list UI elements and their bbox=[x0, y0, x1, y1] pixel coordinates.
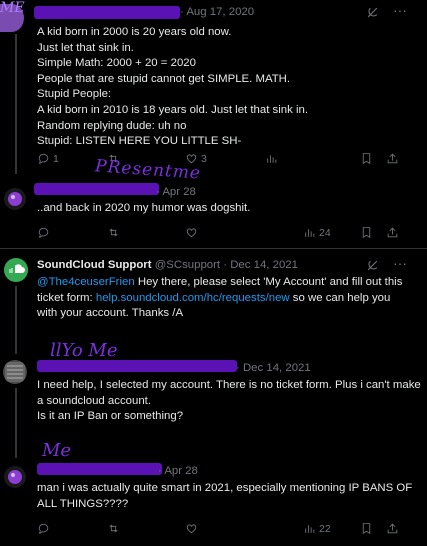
views-button[interactable]: 24 bbox=[303, 226, 331, 239]
bookmark-button[interactable] bbox=[360, 522, 373, 535]
reply-button[interactable] bbox=[37, 226, 50, 239]
views-button[interactable]: 22 bbox=[303, 522, 331, 535]
handle[interactable]: @SCsupport bbox=[155, 259, 220, 271]
share-button[interactable] bbox=[386, 226, 399, 239]
reply-icon bbox=[38, 227, 49, 239]
reply-count: 1 bbox=[53, 152, 59, 165]
bookmark-button[interactable] bbox=[360, 226, 373, 239]
post-text: A kid born in 2000 is 20 years old now. … bbox=[37, 26, 308, 148]
bookmark-icon bbox=[362, 523, 371, 535]
post-date[interactable]: · Apr 28 bbox=[158, 465, 198, 477]
post-text: @The4ceuserFrien Hey there, please selec… bbox=[37, 276, 403, 320]
post-date[interactable]: · Aug 17, 2020 bbox=[180, 6, 254, 18]
reply-button[interactable]: 1 bbox=[37, 152, 59, 165]
handwritten-scribble: ME bbox=[0, 0, 25, 16]
soundcloud-avatar[interactable] bbox=[4, 258, 28, 282]
views-icon bbox=[267, 155, 277, 163]
redacted-name bbox=[34, 183, 159, 195]
redacted-name bbox=[34, 6, 180, 19]
like-icon bbox=[186, 524, 197, 534]
views-button[interactable] bbox=[265, 152, 278, 165]
more-icon[interactable]: ··· bbox=[393, 2, 407, 18]
share-icon bbox=[387, 153, 398, 164]
like-button[interactable] bbox=[185, 226, 198, 239]
thread-line bbox=[15, 388, 17, 458]
like-icon bbox=[186, 228, 197, 238]
grok-icon[interactable] bbox=[366, 259, 379, 272]
divider bbox=[0, 248, 427, 249]
bookmark-button[interactable] bbox=[360, 152, 373, 165]
views-icon bbox=[305, 525, 315, 533]
views-count: 24 bbox=[319, 226, 331, 239]
post-header: SoundCloud Support @SCsupport · Dec 14, … bbox=[37, 259, 298, 271]
share-icon bbox=[387, 523, 398, 534]
more-icon[interactable]: ··· bbox=[393, 255, 407, 271]
retweet-icon bbox=[109, 524, 118, 533]
redacted-name bbox=[37, 360, 237, 372]
thread-line bbox=[15, 286, 17, 354]
reply-icon bbox=[38, 523, 49, 535]
post-date[interactable]: · Apr 28 bbox=[156, 186, 196, 198]
post-text: I need help, I selected my account. Ther… bbox=[37, 379, 421, 423]
avatar[interactable] bbox=[4, 188, 26, 210]
grok-icon[interactable] bbox=[366, 6, 379, 19]
thread-line bbox=[15, 34, 17, 174]
post-text: man i was actually quite smart in 2021, … bbox=[37, 482, 413, 510]
reply-button[interactable] bbox=[37, 522, 50, 535]
share-button[interactable] bbox=[386, 152, 399, 165]
bookmark-icon bbox=[362, 153, 371, 165]
avatar[interactable] bbox=[3, 360, 27, 384]
bookmark-icon bbox=[362, 227, 371, 239]
like-button[interactable] bbox=[185, 522, 198, 535]
post-date[interactable]: · Dec 14, 2021 bbox=[223, 259, 298, 271]
views-count: 22 bbox=[319, 522, 331, 535]
post-text: ..and back in 2020 my humor was dogshit. bbox=[37, 202, 251, 214]
views-icon bbox=[305, 229, 315, 237]
avatar[interactable] bbox=[4, 466, 26, 488]
handwritten-label: llYo Me bbox=[50, 340, 118, 361]
mention-link[interactable]: @The4ceuserFrien bbox=[37, 276, 135, 288]
handwritten-label: Me bbox=[42, 440, 72, 461]
share-button[interactable] bbox=[386, 522, 399, 535]
retweet-icon bbox=[109, 228, 118, 237]
share-icon bbox=[387, 227, 398, 238]
retweet-button[interactable] bbox=[107, 522, 120, 535]
retweet-button[interactable] bbox=[107, 226, 120, 239]
ticket-form-link[interactable]: help.soundcloud.com/hc/requests/new bbox=[96, 292, 290, 304]
post-date[interactable]: · Dec 14, 2021 bbox=[236, 362, 311, 374]
display-name[interactable]: SoundCloud Support bbox=[37, 259, 152, 271]
like-count: 3 bbox=[201, 152, 207, 165]
redacted-name bbox=[37, 463, 162, 475]
soundcloud-logo-icon bbox=[4, 258, 28, 282]
reply-icon bbox=[38, 153, 49, 165]
